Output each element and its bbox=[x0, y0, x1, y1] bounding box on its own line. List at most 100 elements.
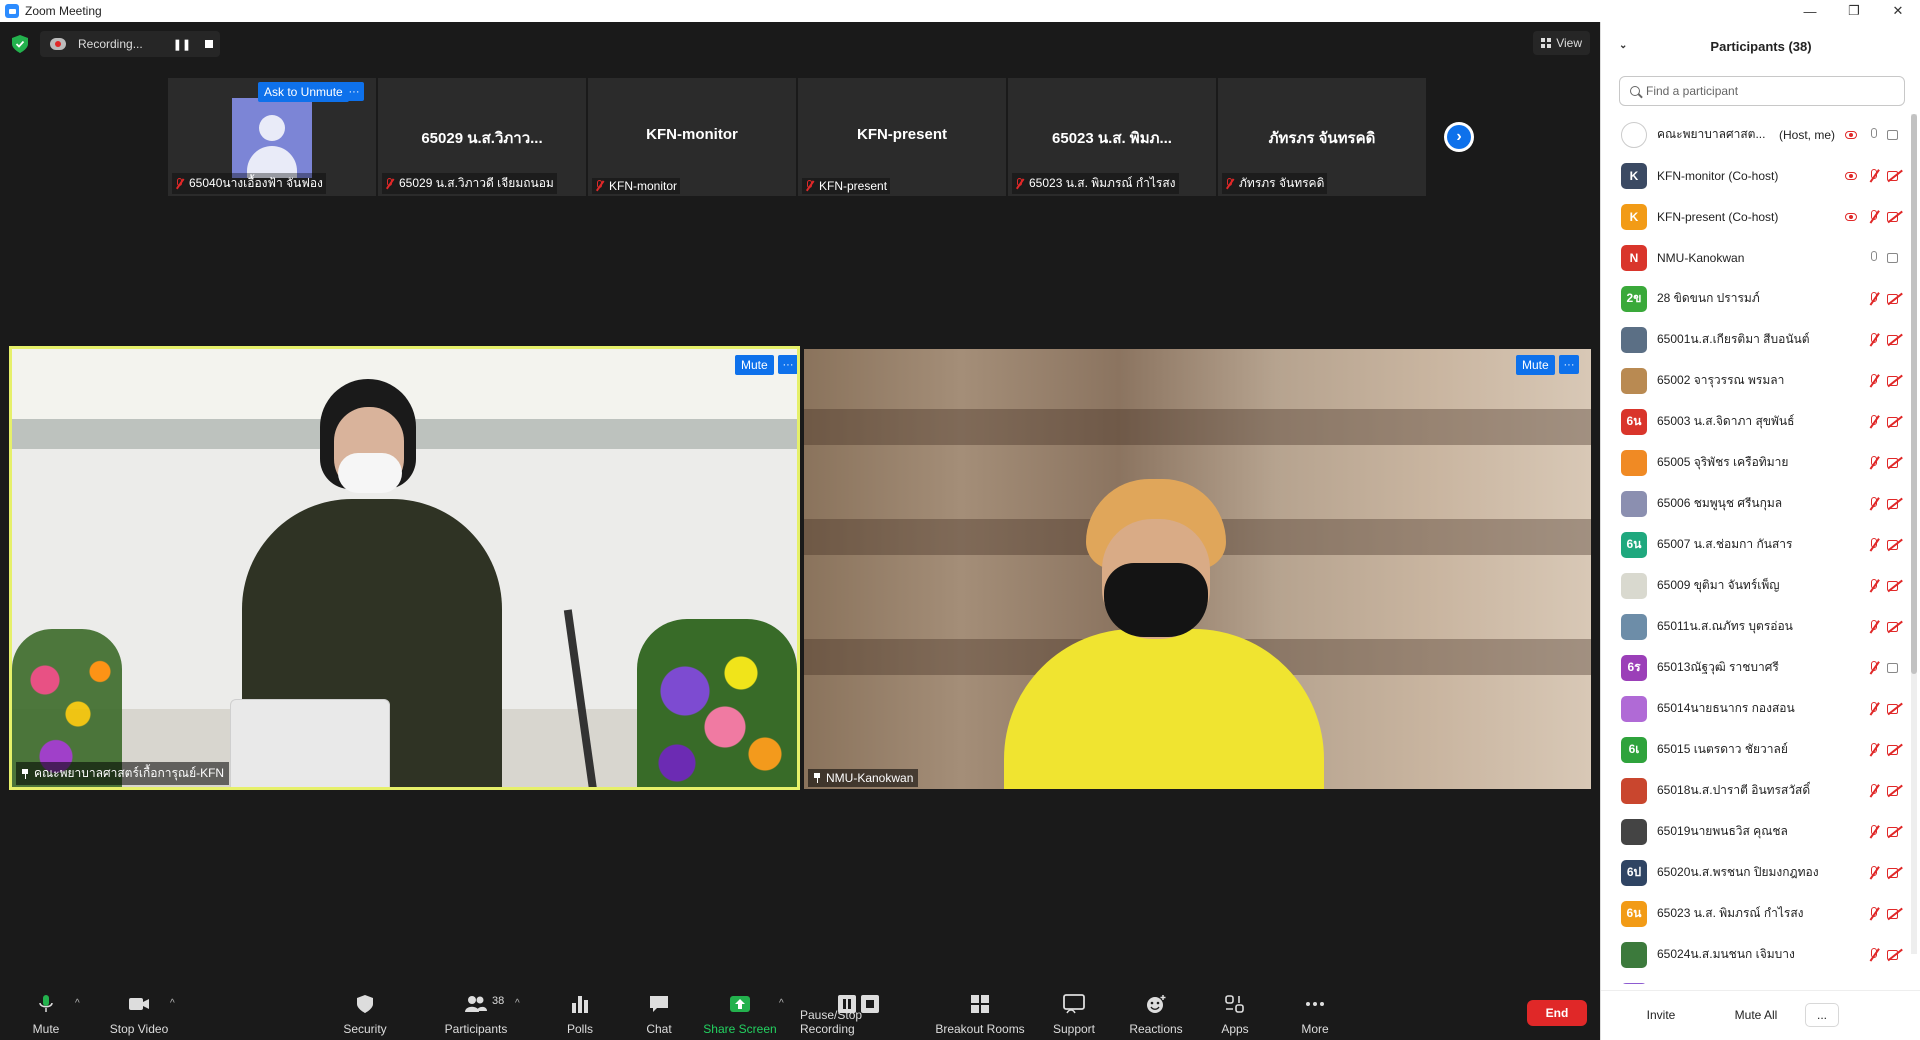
participant-row[interactable]: 65011น.ส.ณภัทร บุตรอ่อน bbox=[1601, 606, 1911, 647]
participant-row[interactable]: 65002 จารุวรรณ พรมลา bbox=[1601, 360, 1911, 401]
more-button[interactable]: More bbox=[1290, 990, 1340, 1040]
participant-row[interactable]: 65009 ขุติมา จันทร์เพ็ญ bbox=[1601, 565, 1911, 606]
video-off-icon[interactable] bbox=[1887, 949, 1903, 961]
participant-row[interactable]: K KFN-present (Co-host) bbox=[1601, 196, 1911, 237]
video-off-icon[interactable] bbox=[1887, 703, 1903, 715]
polls-button[interactable]: Polls bbox=[555, 990, 605, 1040]
security-button[interactable]: Security bbox=[340, 990, 390, 1040]
close-window-button[interactable]: ✕ bbox=[1876, 0, 1920, 22]
mic-muted-icon[interactable] bbox=[1867, 168, 1881, 184]
mic-muted-icon[interactable] bbox=[1867, 578, 1881, 594]
view-button[interactable]: View bbox=[1533, 31, 1590, 55]
end-meeting-button[interactable]: End bbox=[1527, 1000, 1587, 1026]
chevron-up-icon[interactable]: ^ bbox=[779, 998, 784, 1009]
video-off-icon[interactable] bbox=[1887, 826, 1903, 838]
mic-muted-icon[interactable] bbox=[1867, 373, 1881, 389]
gallery-tile[interactable]: Ask to Unmute ··· 65040นางเอื้องฟ้า จันฟ… bbox=[168, 78, 376, 196]
restore-button[interactable]: ❐ bbox=[1832, 0, 1876, 22]
participant-row[interactable]: 6น 65007 น.ส.ช่อมกา กันสาร bbox=[1601, 524, 1911, 565]
video-off-icon[interactable] bbox=[1887, 867, 1903, 879]
more-options-button[interactable]: ... bbox=[1805, 1003, 1839, 1027]
support-button[interactable]: Support bbox=[1046, 990, 1102, 1040]
gallery-tile[interactable]: KFN-monitor KFN-monitor bbox=[588, 78, 796, 196]
video-off-icon[interactable] bbox=[1887, 621, 1903, 633]
participant-list-scrollbar[interactable] bbox=[1911, 114, 1917, 954]
share-screen-button[interactable]: Share Screen bbox=[700, 990, 780, 1040]
participant-search-input[interactable]: Find a participant bbox=[1619, 76, 1905, 106]
pause-stop-recording-button[interactable]: Pause/Stop Recording bbox=[800, 990, 918, 1040]
participant-row[interactable]: 65024น.ส.มนชนก เจิมบาง bbox=[1601, 934, 1911, 975]
ask-to-unmute-button[interactable]: Ask to Unmute bbox=[258, 82, 349, 102]
chevron-up-icon[interactable]: ^ bbox=[515, 998, 520, 1009]
participant-row[interactable]: 6น 65023 น.ส. พิมภรณ์ กำไรสง bbox=[1601, 893, 1911, 934]
breakout-rooms-button[interactable]: Breakout Rooms bbox=[930, 990, 1030, 1040]
video-off-icon[interactable] bbox=[1887, 908, 1903, 920]
video-off-icon[interactable] bbox=[1887, 785, 1903, 797]
video-off-icon[interactable] bbox=[1887, 416, 1903, 428]
mic-muted-icon[interactable] bbox=[1867, 701, 1881, 717]
mic-muted-icon[interactable] bbox=[1867, 906, 1881, 922]
mic-muted-icon[interactable] bbox=[1867, 619, 1881, 635]
chevron-up-icon[interactable]: ^ bbox=[170, 998, 175, 1009]
apps-button[interactable]: Apps bbox=[1210, 990, 1260, 1040]
participant-row[interactable]: N NMU-Kanokwan bbox=[1601, 237, 1911, 278]
mic-muted-icon[interactable] bbox=[1867, 332, 1881, 348]
mute-participant-button[interactable]: Mute bbox=[1516, 355, 1555, 375]
participant-row[interactable]: 6เ 65015 เนตรดาว ชัยวาลย์ bbox=[1601, 729, 1911, 770]
security-shield-icon[interactable] bbox=[12, 35, 28, 53]
video-camera-icon[interactable] bbox=[1887, 662, 1903, 674]
video-off-icon[interactable] bbox=[1887, 334, 1903, 346]
mic-muted-icon[interactable] bbox=[1867, 496, 1881, 512]
next-page-button[interactable]: › bbox=[1444, 122, 1474, 152]
mic-muted-icon[interactable] bbox=[1867, 783, 1881, 799]
microphone-icon[interactable] bbox=[1867, 250, 1881, 266]
participant-row[interactable]: 6ป 65020น.ส.พรชนก ปิยมงกฎทอง bbox=[1601, 852, 1911, 893]
video-off-icon[interactable] bbox=[1887, 293, 1903, 305]
mic-muted-icon[interactable] bbox=[1867, 660, 1881, 676]
chevron-down-icon[interactable]: ⌄ bbox=[1619, 40, 1627, 51]
participant-row[interactable]: 65001น.ส.เกียรติมา สีบอนันต์ bbox=[1601, 319, 1911, 360]
gallery-tile[interactable]: 65029 น.ส.วิภาว... 65029 น.ส.วิภาวดี เจี… bbox=[378, 78, 586, 196]
video-off-icon[interactable] bbox=[1887, 170, 1903, 182]
mute-all-button[interactable]: Mute All bbox=[1711, 1003, 1801, 1027]
mic-muted-icon[interactable] bbox=[1867, 865, 1881, 881]
video-off-icon[interactable] bbox=[1887, 498, 1903, 510]
participant-row[interactable]: 65019นายพนธวิส คุณชล bbox=[1601, 811, 1911, 852]
participant-row[interactable]: 65005 จุริพัชร เครือทิมาย bbox=[1601, 442, 1911, 483]
participants-button[interactable]: 38 Participants bbox=[436, 990, 516, 1040]
video-off-icon[interactable] bbox=[1887, 744, 1903, 756]
participant-row[interactable]: K KFN-monitor (Co-host) bbox=[1601, 155, 1911, 196]
gallery-tile[interactable]: 65023 น.ส. พิมภ... 65023 น.ส. พิมภรณ์ กำ… bbox=[1008, 78, 1216, 196]
participant-row[interactable]: 65018น.ส.ปาราตี อินทรสวัสดิ์ bbox=[1601, 770, 1911, 811]
pause-recording-icon[interactable]: ❚❚ bbox=[173, 38, 191, 51]
participant-row[interactable]: คณะพยาบาลศาสต... (Host, me) bbox=[1601, 114, 1911, 155]
more-options-icon[interactable]: ··· bbox=[778, 355, 797, 374]
participant-row[interactable]: 2ข 28 ขิดขนก ปรารมภ์ bbox=[1601, 278, 1911, 319]
chat-button[interactable]: Chat bbox=[634, 990, 684, 1040]
participant-row[interactable]: 6น 65003 น.ส.จิดาภา สุขพันธ์ bbox=[1601, 401, 1911, 442]
video-off-icon[interactable] bbox=[1887, 580, 1903, 592]
more-options-icon[interactable]: ··· bbox=[344, 82, 364, 101]
mic-muted-icon[interactable] bbox=[1867, 537, 1881, 553]
stop-recording-icon[interactable] bbox=[205, 40, 214, 48]
participant-row[interactable] bbox=[1601, 975, 1911, 984]
video-off-icon[interactable] bbox=[1887, 211, 1903, 223]
invite-button[interactable]: Invite bbox=[1621, 1003, 1701, 1027]
mic-muted-icon[interactable] bbox=[1867, 291, 1881, 307]
mute-participant-button[interactable]: Mute bbox=[735, 355, 774, 375]
video-off-icon[interactable] bbox=[1887, 539, 1903, 551]
video-tile[interactable]: Mute ··· NMU-Kanokwan bbox=[804, 349, 1591, 789]
mute-button[interactable]: Mute bbox=[22, 990, 70, 1040]
stop-video-button[interactable]: Stop Video bbox=[104, 990, 174, 1040]
minimize-button[interactable]: — bbox=[1788, 0, 1832, 22]
reactions-button[interactable]: Reactions bbox=[1126, 990, 1186, 1040]
mic-muted-icon[interactable] bbox=[1867, 947, 1881, 963]
mic-muted-icon[interactable] bbox=[1867, 455, 1881, 471]
video-off-icon[interactable] bbox=[1887, 375, 1903, 387]
mic-muted-icon[interactable] bbox=[1867, 209, 1881, 225]
gallery-tile[interactable]: KFN-present KFN-present bbox=[798, 78, 1006, 196]
video-camera-icon[interactable] bbox=[1887, 252, 1903, 264]
more-options-icon[interactable]: ··· bbox=[1559, 355, 1579, 374]
video-camera-icon[interactable] bbox=[1887, 129, 1903, 141]
participant-row[interactable]: 6ร 65013ณัฐวุฒิ ราชบาศรี bbox=[1601, 647, 1911, 688]
